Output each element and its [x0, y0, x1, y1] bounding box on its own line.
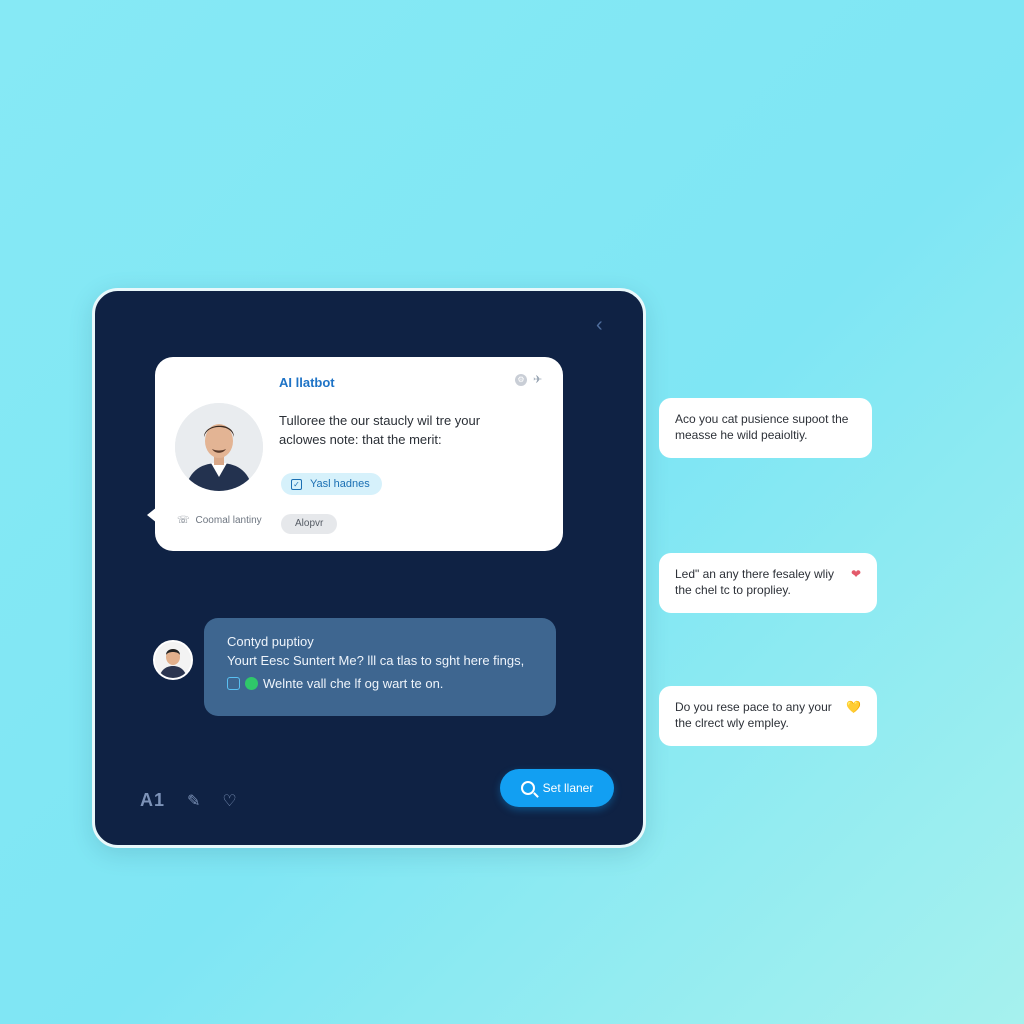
reply-title: Contyd puptioy [227, 634, 314, 649]
assistant-card: AI llatbot ⚙ ✈ Tulloree the our staucly … [147, 357, 563, 551]
checkbox-icon: ✓ [291, 478, 302, 490]
primary-action-label: Yasl hadnes [310, 478, 370, 490]
search-button-label: Set llaner [542, 781, 594, 795]
check-circle-icon[interactable] [245, 677, 258, 690]
side-message-line: the chel tc to propliey. [675, 583, 791, 597]
search-icon [520, 781, 535, 795]
user-avatar [153, 640, 193, 680]
card-tools: ⚙ ✈ [515, 374, 545, 386]
footer-label: Coomal lantiny [195, 515, 262, 526]
pencil-icon[interactable]: ✎ [187, 791, 200, 811]
yellow-heart-icon: 💛 [846, 700, 861, 714]
search-button[interactable]: Set llaner [500, 769, 614, 807]
card-message: Tulloree the our staucly wil tre your ac… [279, 411, 539, 449]
avatar [175, 403, 263, 491]
side-message-line: Aco you cat pusience supoot the [675, 412, 849, 426]
heart-icon[interactable]: ♡ [222, 791, 236, 811]
reply-text: Welnte vall che lf og wart te on. [263, 676, 444, 691]
card-message-line: aclowes note: that the merit: [279, 432, 442, 447]
image-icon[interactable] [227, 677, 240, 690]
chevron-left-icon[interactable]: ‹ [596, 315, 610, 335]
card-title: AI llatbot [279, 375, 335, 390]
reply-bubble: Contyd puptioy Yourt Eesc Suntert Me? ll… [204, 618, 556, 716]
secondary-action-button[interactable]: Alopvr [281, 514, 338, 534]
heart-icon: ❤ [850, 567, 861, 581]
reply-attachment-row: Welnte vall che lf og wart te on. [227, 676, 443, 691]
chat-toolbar: A1 ✎ ♡ [140, 790, 237, 811]
side-message[interactable]: Do you rese pace to any your the clrect … [659, 686, 877, 746]
side-message[interactable]: Led" an any there fesaley wliy the chel … [659, 553, 877, 613]
card-message-line: Tulloree the our staucly wil tre your [279, 413, 481, 428]
reply-text: Yourt Eesc Suntert Me? lll ca tlas to sg… [227, 653, 525, 668]
primary-action-button[interactable]: ✓ Yasl hadnes [281, 473, 382, 495]
side-message-line: Do you rese pace to any your [675, 700, 832, 714]
side-message-line: measse he wild peaioltiy. [675, 428, 808, 442]
card-footer: ☏ Coomal lantiny [177, 515, 262, 526]
ai-label[interactable]: A1 [140, 790, 165, 811]
bird-icon[interactable]: ✈ [533, 374, 545, 386]
settings-icon[interactable]: ⚙ [515, 374, 527, 386]
phone-icon: ☏ [177, 515, 190, 526]
side-message-line: Led" an any there fesaley wliy [675, 567, 835, 581]
side-message[interactable]: Aco you cat pusience supoot the measse h… [659, 398, 872, 458]
side-message-line: the clrect wly empley. [675, 716, 789, 730]
